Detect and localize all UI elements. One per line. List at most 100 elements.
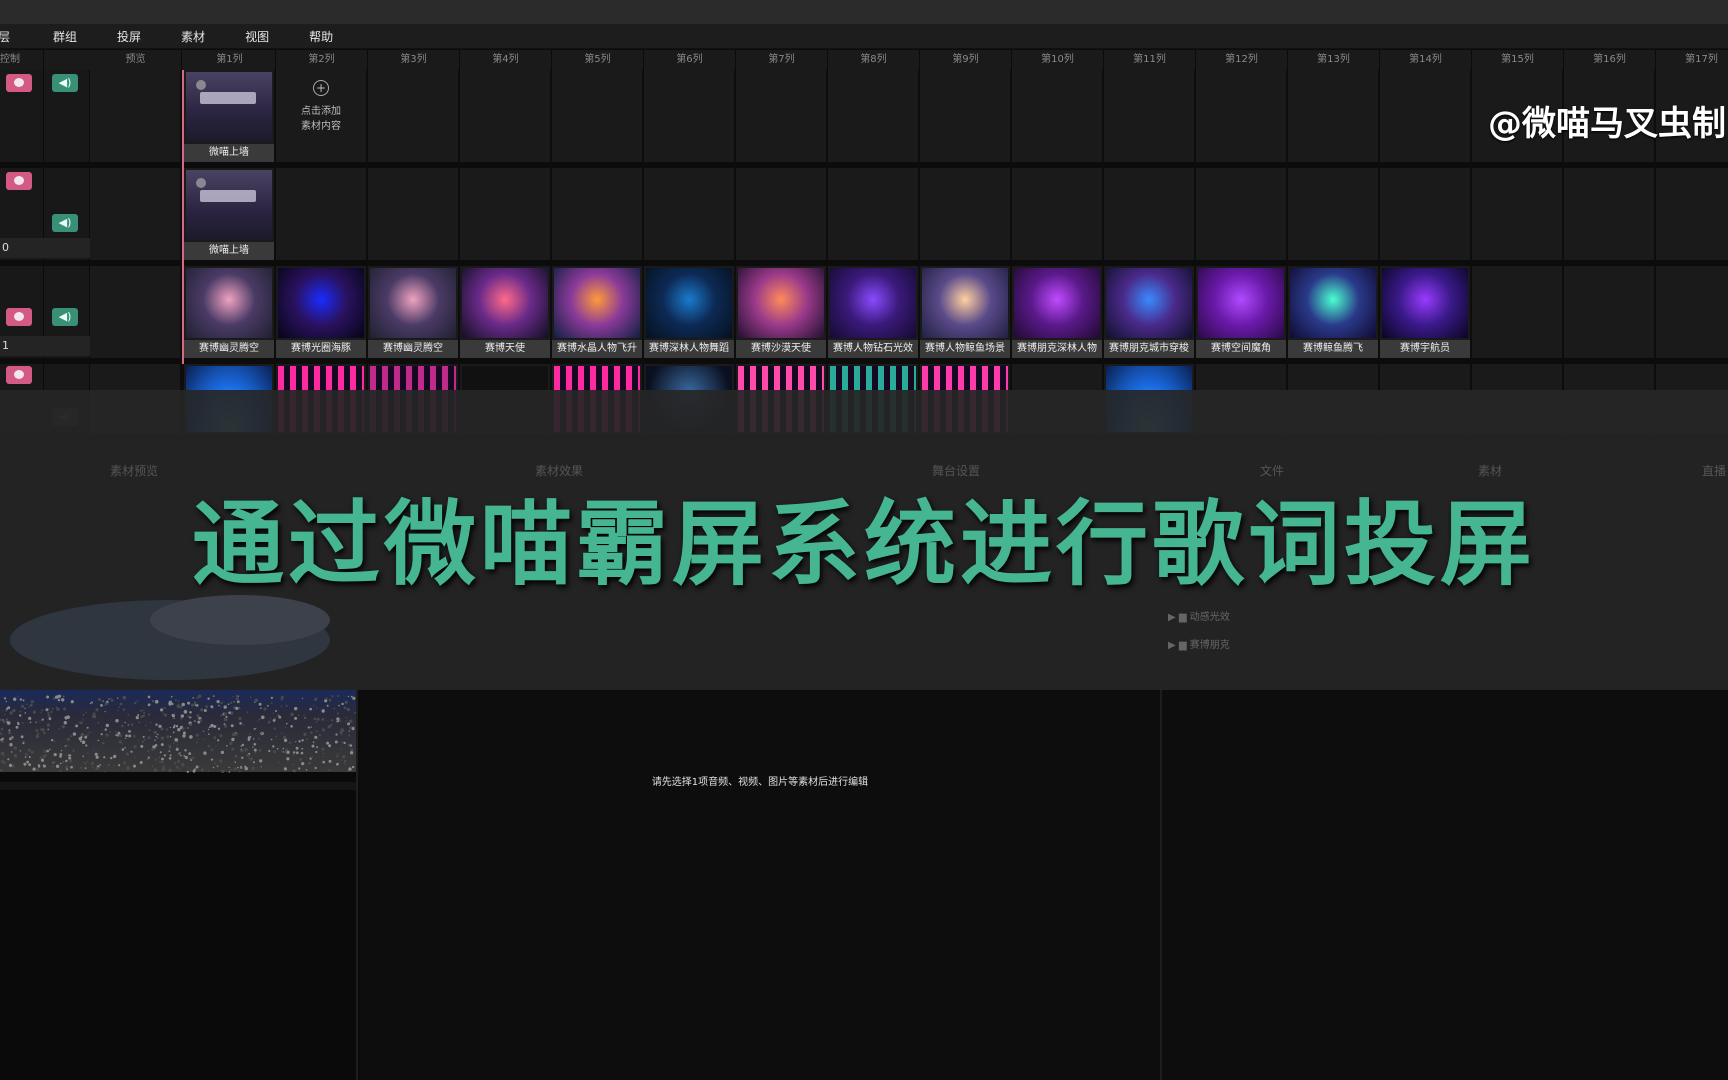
column-header-16: 第16列 bbox=[1564, 50, 1656, 70]
clip-slot[interactable]: 赛博人物钻石光效 bbox=[828, 266, 918, 358]
clip-slot[interactable] bbox=[736, 70, 826, 162]
clip-label: 赛博幽灵腾空 bbox=[184, 340, 274, 358]
clip-slot[interactable]: 赛博光圈海豚 bbox=[276, 266, 366, 358]
layer-index: 0 bbox=[2, 241, 9, 254]
clip-slot[interactable]: 赛博鲸鱼腾飞 bbox=[1288, 266, 1378, 358]
clip-slot[interactable] bbox=[920, 168, 1010, 260]
layer-row: ◀) 0 微喵上墙 bbox=[0, 168, 1728, 260]
clip-slot[interactable] bbox=[460, 168, 550, 260]
clip-thumbnail bbox=[186, 72, 272, 142]
menu-layer[interactable]: 层 bbox=[0, 28, 10, 45]
clip-slot[interactable] bbox=[644, 168, 734, 260]
clip-slot[interactable] bbox=[1564, 266, 1654, 358]
column-header-2: 第2列 bbox=[276, 50, 368, 70]
material-panel bbox=[1162, 690, 1728, 1080]
smoke-image bbox=[10, 595, 330, 680]
clip-label: 赛博幽灵腾空 bbox=[368, 340, 458, 358]
clip-thumbnail bbox=[922, 268, 1008, 338]
clip-slot[interactable]: 微喵上墙 bbox=[184, 70, 274, 162]
audio-icon[interactable]: ◀) bbox=[52, 74, 78, 92]
edit-hint: 请先选择1项音频、视频、图片等素材后进行编辑 bbox=[651, 777, 869, 788]
audio-icon[interactable]: ◀) bbox=[52, 308, 78, 326]
clip-slot[interactable] bbox=[644, 70, 734, 162]
clip-slot[interactable]: 赛博沙漠天使 bbox=[736, 266, 826, 358]
menu-view[interactable]: 视图 bbox=[245, 28, 269, 45]
folder-item[interactable]: ▶ ▆ 赛博朋克 bbox=[1168, 636, 1230, 651]
clip-slot[interactable] bbox=[368, 70, 458, 162]
folder-label: 动感光效 bbox=[1189, 612, 1230, 623]
clip-slot[interactable] bbox=[828, 70, 918, 162]
layer-preview[interactable] bbox=[90, 168, 180, 260]
clip-slot[interactable]: + 点击添加 素材内容 bbox=[276, 70, 366, 162]
clip-slot[interactable] bbox=[1104, 168, 1194, 260]
clip-slot[interactable] bbox=[1104, 70, 1194, 162]
column-header-6: 第6列 bbox=[644, 50, 736, 70]
clip-label: 赛博深林人物舞蹈 bbox=[644, 340, 734, 358]
menu-group[interactable]: 群组 bbox=[53, 28, 77, 45]
add-clip-button[interactable]: + 点击添加 素材内容 bbox=[276, 80, 366, 134]
clip-slot[interactable]: 赛博幽灵腾空 bbox=[368, 266, 458, 358]
clip-slot[interactable] bbox=[1472, 168, 1562, 260]
layer-mute-button[interactable] bbox=[6, 74, 32, 92]
column-header-13: 第13列 bbox=[1288, 50, 1380, 70]
clip-thumbnail bbox=[278, 268, 364, 338]
layer-mute-button[interactable] bbox=[6, 308, 32, 326]
clip-label: 赛博朋克城市穿梭 bbox=[1104, 340, 1194, 358]
clip-slot[interactable]: 赛博朋克城市穿梭 bbox=[1104, 266, 1194, 358]
clip-slot[interactable] bbox=[460, 70, 550, 162]
clip-slot[interactable] bbox=[1012, 70, 1102, 162]
preview-image bbox=[0, 690, 356, 773]
clip-slot[interactable] bbox=[1656, 168, 1728, 260]
clip-slot[interactable] bbox=[1472, 266, 1562, 358]
add-clip-label: 点击添加 bbox=[301, 106, 341, 117]
clip-slot[interactable]: 微喵上墙 bbox=[184, 168, 274, 260]
clip-slot[interactable] bbox=[1564, 168, 1654, 260]
clip-slot[interactable] bbox=[1196, 70, 1286, 162]
clip-slot[interactable]: 赛博人物鲸鱼场景 bbox=[920, 266, 1010, 358]
clip-slot[interactable] bbox=[1656, 266, 1728, 358]
clip-slot[interactable]: 赛博幽灵腾空 bbox=[184, 266, 274, 358]
clip-thumbnail bbox=[186, 170, 272, 240]
clip-label: 赛博人物鲸鱼场景 bbox=[920, 340, 1010, 358]
clip-thumbnail bbox=[1198, 268, 1284, 338]
layer-preview[interactable] bbox=[90, 266, 180, 358]
layer-mute-button[interactable] bbox=[6, 172, 32, 190]
clip-thumbnail bbox=[1014, 268, 1100, 338]
layer-row: ◀) 微喵上墙 + 点击添加 素材内容 bbox=[0, 70, 1728, 162]
clip-slot[interactable]: 赛博朋克深林人物 bbox=[1012, 266, 1102, 358]
clip-slot[interactable] bbox=[920, 70, 1010, 162]
clip-slot[interactable] bbox=[736, 168, 826, 260]
column-header-8: 第8列 bbox=[828, 50, 920, 70]
layer-mute-button[interactable] bbox=[6, 366, 32, 384]
clip-thumbnail bbox=[1106, 268, 1192, 338]
clip-label: 赛博人物钻石光效 bbox=[828, 340, 918, 358]
clip-label: 赛博空间魔角 bbox=[1196, 340, 1286, 358]
clip-slot[interactable] bbox=[1288, 70, 1378, 162]
clip-slot[interactable]: 赛博深林人物舞蹈 bbox=[644, 266, 734, 358]
clip-thumbnail bbox=[370, 268, 456, 338]
layer-preview[interactable] bbox=[90, 70, 180, 162]
clip-slot[interactable] bbox=[1380, 70, 1470, 162]
column-header-9: 第9列 bbox=[920, 50, 1012, 70]
clip-slot[interactable] bbox=[1196, 168, 1286, 260]
clip-slot[interactable]: 赛博宇航员 bbox=[1380, 266, 1470, 358]
clip-slot[interactable]: 赛博天使 bbox=[460, 266, 550, 358]
clip-thumbnail bbox=[554, 268, 640, 338]
layer-row: ◀) 1 赛博幽灵腾空 赛博光圈海豚 赛博幽灵腾空 赛博天使 赛博水晶人物飞升 赛博深林人物舞… bbox=[0, 266, 1728, 358]
clip-slot[interactable] bbox=[1288, 168, 1378, 260]
column-header-4: 第4列 bbox=[460, 50, 552, 70]
clip-slot[interactable]: 赛博空间魔角 bbox=[1196, 266, 1286, 358]
clip-slot[interactable] bbox=[552, 168, 642, 260]
audio-icon[interactable]: ◀) bbox=[52, 214, 78, 232]
clip-slot[interactable] bbox=[1380, 168, 1470, 260]
clip-slot[interactable] bbox=[828, 168, 918, 260]
menu-cast[interactable]: 投屏 bbox=[117, 28, 141, 45]
clip-slot[interactable] bbox=[552, 70, 642, 162]
clip-slot[interactable]: 赛博水晶人物飞升 bbox=[552, 266, 642, 358]
clip-slot[interactable] bbox=[368, 168, 458, 260]
menu-help[interactable]: 帮助 bbox=[309, 28, 333, 45]
clip-slot[interactable] bbox=[276, 168, 366, 260]
folder-item[interactable]: ▶ ▆ 动感光效 bbox=[1168, 608, 1230, 623]
clip-slot[interactable] bbox=[1012, 168, 1102, 260]
menu-material[interactable]: 素材 bbox=[181, 28, 205, 45]
